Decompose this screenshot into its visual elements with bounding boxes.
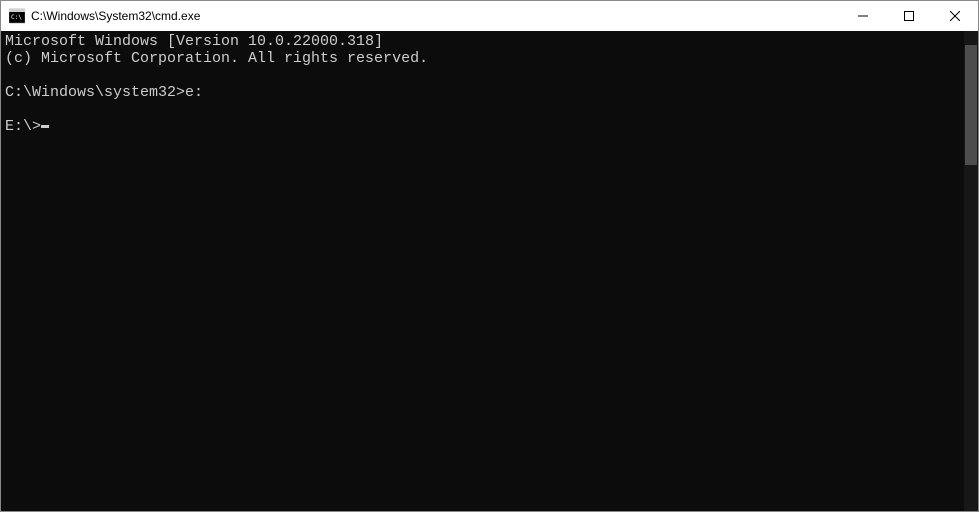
vertical-scrollbar[interactable] [964,31,978,511]
cmd-window: C:\ C:\Windows\System32\cmd.exe [0,0,979,512]
prompt-path: C:\Windows\system32> [5,84,185,101]
titlebar[interactable]: C:\ C:\Windows\System32\cmd.exe [1,1,978,31]
minimize-icon [858,11,868,21]
svg-text:C:\: C:\ [11,14,22,21]
window-controls [840,1,978,31]
close-button[interactable] [932,1,978,31]
terminal-area[interactable]: Microsoft Windows [Version 10.0.22000.31… [1,31,978,511]
prompt-path: E:\> [5,118,41,135]
terminal-line: Microsoft Windows [Version 10.0.22000.31… [5,33,383,50]
scrollbar-thumb[interactable] [965,45,977,165]
maximize-button[interactable] [886,1,932,31]
cursor [41,125,49,128]
prompt-command: e: [185,84,203,101]
minimize-button[interactable] [840,1,886,31]
cmd-icon: C:\ [9,8,25,24]
close-icon [950,11,960,21]
maximize-icon [904,11,914,21]
window-title: C:\Windows\System32\cmd.exe [31,9,840,23]
terminal-line: (c) Microsoft Corporation. All rights re… [5,50,428,67]
terminal-output[interactable]: Microsoft Windows [Version 10.0.22000.31… [1,31,964,511]
